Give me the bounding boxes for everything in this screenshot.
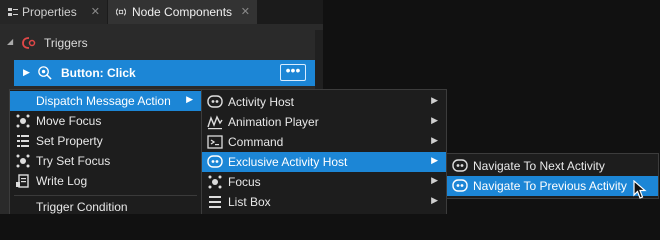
menu-item-dispatch-message-action[interactable]: Dispatch Message Action ▶ <box>10 91 201 111</box>
expand-down-icon[interactable]: ◢ <box>7 37 13 46</box>
activity-host-icon <box>207 95 223 108</box>
menu-item-write-log[interactable]: Write Log <box>10 171 201 191</box>
menu-item-label: Write Log <box>36 174 88 188</box>
menu-item-label: Command <box>228 135 284 149</box>
node-components-icon <box>116 8 126 16</box>
action-context-menu: Dispatch Message Action ▶ Move Focus Set… <box>9 89 202 214</box>
submenu-arrow-icon: ▶ <box>431 115 438 125</box>
tab-strip: Properties ✕ Node Components ✕ <box>0 0 323 24</box>
trigger-icon <box>22 37 36 49</box>
animation-player-icon <box>207 115 223 130</box>
menu-item-label: Dispatch Message Action <box>36 94 171 108</box>
menu-item-navigate-next[interactable]: Navigate To Next Activity <box>447 156 658 176</box>
tab-node-components[interactable]: Node Components ✕ <box>108 0 257 24</box>
trigger-button-click[interactable]: ▶ Button: Click ••• <box>14 60 315 86</box>
menu-item-label: Activity Host <box>228 95 295 109</box>
tab-properties[interactable]: Properties ✕ <box>0 0 107 24</box>
menu-item-label: Focus <box>228 175 261 189</box>
mouse-cursor-icon <box>633 180 647 199</box>
write-log-icon <box>16 174 29 188</box>
submenu-arrow-icon: ▶ <box>431 175 438 185</box>
menu-item-focus[interactable]: Focus ▶ <box>202 172 446 192</box>
more-options-button[interactable]: ••• <box>280 63 306 81</box>
menu-item-label: Set Property <box>36 134 103 148</box>
submenu-arrow-icon: ▶ <box>431 135 438 145</box>
menu-item-label: List Box <box>228 195 271 209</box>
expand-right-icon[interactable]: ▶ <box>23 67 30 78</box>
menu-separator <box>14 195 197 196</box>
menu-item-animation-player[interactable]: Animation Player ▶ <box>202 112 446 132</box>
button-click-icon <box>38 66 52 80</box>
properties-icon <box>8 8 18 16</box>
menu-item-exclusive-activity-host[interactable]: Exclusive Activity Host ▶ <box>202 152 446 172</box>
menu-item-move-focus[interactable]: Move Focus <box>10 111 201 131</box>
menu-item-try-set-focus[interactable]: Try Set Focus <box>10 151 201 171</box>
submenu-arrow-icon: ▶ <box>431 155 438 165</box>
menu-item-set-property[interactable]: Set Property <box>10 131 201 151</box>
trigger-label: Button: Click <box>61 66 136 80</box>
navigate-previous-icon <box>452 179 468 192</box>
move-focus-icon <box>16 114 30 128</box>
menu-item-label: Trigger Condition <box>36 200 128 214</box>
set-focus-icon <box>16 154 30 168</box>
menu-item-label: Navigate To Next Activity <box>473 159 605 173</box>
menu-item-label: Navigate To Previous Activity <box>473 179 627 193</box>
menu-item-activity-host[interactable]: Activity Host ▶ <box>202 92 446 112</box>
menu-item-label: Exclusive Activity Host <box>228 155 348 169</box>
list-box-icon <box>209 196 221 208</box>
submenu-arrow-icon: ▶ <box>431 195 438 205</box>
menu-item-command[interactable]: Command ▶ <box>202 132 446 152</box>
menu-item-navigate-previous[interactable]: Navigate To Previous Activity <box>447 176 658 196</box>
tab-properties-label: Properties <box>22 5 77 19</box>
menu-item-label: Animation Player <box>228 115 319 129</box>
submenu-arrow-icon: ▶ <box>186 94 193 104</box>
dispatch-message-submenu: Activity Host ▶ Animation Player ▶ Comma… <box>201 89 447 214</box>
exclusive-activity-host-icon <box>207 155 223 168</box>
menu-item-label: Try Set Focus <box>36 154 111 168</box>
menu-item-label: Move Focus <box>36 114 102 128</box>
navigate-next-icon <box>452 159 468 172</box>
tab-node-components-label: Node Components <box>132 5 233 19</box>
app-root: Properties ✕ Node Components ✕ ◢ Trigger… <box>0 0 660 214</box>
focus-icon <box>208 175 222 189</box>
exclusive-activity-host-submenu: Navigate To Next Activity Navigate To Pr… <box>446 153 659 199</box>
submenu-arrow-icon: ▶ <box>431 95 438 105</box>
close-icon[interactable]: ✕ <box>241 0 250 24</box>
menu-item-trigger-condition[interactable]: Trigger Condition <box>10 197 201 217</box>
triggers-label: Triggers <box>44 36 88 50</box>
set-property-icon <box>17 135 29 147</box>
triggers-section-header[interactable]: ◢ Triggers <box>0 30 323 56</box>
close-icon[interactable]: ✕ <box>91 0 100 24</box>
command-icon <box>207 135 223 149</box>
menu-item-list-box[interactable]: List Box ▶ <box>202 192 446 212</box>
